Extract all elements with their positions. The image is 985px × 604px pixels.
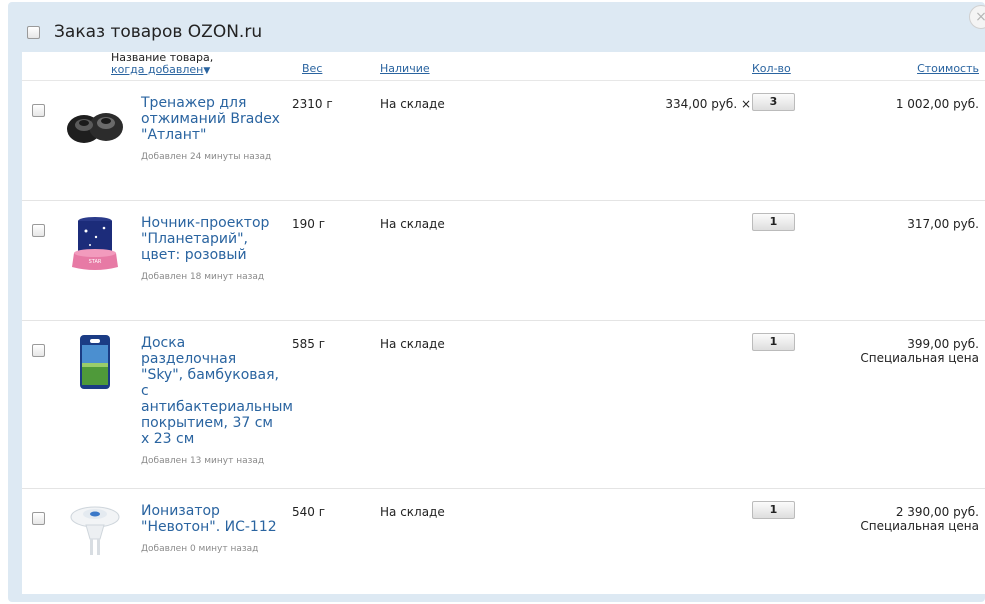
product-cell: Тренажер для отжиманий Bradex "Атлант" Д…: [141, 95, 281, 163]
special-price-note: Специальная цена: [860, 519, 979, 533]
sort-cost-link[interactable]: Стоимость: [917, 62, 979, 75]
quantity-field[interactable]: 1: [752, 213, 795, 231]
item-checkbox[interactable]: [32, 104, 45, 117]
availability-status: На складе: [380, 337, 445, 351]
product-cell: Ночник-проектор "Планетарий", цвет: розо…: [141, 215, 281, 283]
sort-by-date-link[interactable]: когда добавлен: [111, 63, 203, 76]
svg-text:STAR: STAR: [89, 259, 102, 265]
push-up-trainer-image[interactable]: [62, 95, 128, 153]
table-row: STAR Ночник-проектор "Планетарий", цвет:…: [22, 201, 985, 321]
quantity-field[interactable]: 1: [752, 501, 795, 519]
sort-weight-link[interactable]: Вес: [302, 62, 322, 75]
availability-status: На складе: [380, 217, 445, 231]
sort-arrow-icon[interactable]: ▼: [203, 66, 210, 76]
item-checkbox[interactable]: [32, 512, 45, 525]
item-checkbox[interactable]: [32, 344, 45, 357]
weight-value: 540 г: [292, 505, 326, 519]
cost-cell: 2 390,00 руб. Специальная цена: [860, 505, 979, 533]
cost-value: 317,00 руб.: [907, 217, 979, 231]
table-row: Ионизатор "Невотон". ИС-112 Добавлен 0 м…: [22, 489, 985, 594]
cost-value: 2 390,00 руб.: [895, 505, 979, 519]
added-time: Добавлен 24 минуты назад: [141, 152, 272, 162]
added-time: Добавлен 18 минут назад: [141, 272, 265, 282]
quantity-field[interactable]: 1: [752, 333, 795, 351]
availability-status: На складе: [380, 97, 445, 111]
table-row: Доска разделочная "Sky", бамбуковая, с а…: [22, 321, 985, 489]
special-price-note: Специальная цена: [860, 351, 979, 365]
ionizer-image[interactable]: [62, 503, 128, 561]
availability-status: На складе: [380, 505, 445, 519]
product-link[interactable]: Тренажер для отжиманий Bradex "Атлант": [141, 95, 280, 143]
order-panel: × Заказ товаров OZON.ru Название товара,…: [8, 2, 985, 602]
cost-value: 1 002,00 руб.: [895, 97, 979, 111]
page-title: Заказ товаров OZON.ru: [54, 22, 263, 42]
product-cell: Доска разделочная "Sky", бамбуковая, с а…: [141, 335, 293, 467]
panel-header: Заказ товаров OZON.ru: [8, 2, 985, 52]
weight-value: 585 г: [292, 337, 326, 351]
cutting-board-image[interactable]: [62, 335, 128, 393]
cost-value: 399,00 руб.: [907, 337, 979, 351]
select-all-checkbox[interactable]: [27, 26, 40, 39]
table-header: Название товара, когда добавлен▼ Вес Нал…: [22, 52, 985, 81]
product-link[interactable]: Ночник-проектор "Планетарий", цвет: розо…: [141, 215, 269, 263]
cost-cell: 1 002,00 руб.: [896, 97, 979, 111]
unit-price: 334,00 руб. ×: [665, 97, 751, 111]
added-time: Добавлен 0 минут назад: [141, 544, 259, 554]
items-table: Название товара, когда добавлен▼ Вес Нал…: [22, 52, 985, 594]
product-link[interactable]: Ионизатор "Невотон". ИС-112: [141, 503, 277, 535]
sort-quantity-link[interactable]: Кол-во: [752, 62, 791, 75]
item-checkbox[interactable]: [32, 224, 45, 237]
weight-value: 2310 г: [292, 97, 333, 111]
cost-cell: 399,00 руб. Специальная цена: [860, 337, 979, 365]
table-row: Тренажер для отжиманий Bradex "Атлант" Д…: [22, 81, 985, 201]
column-name-header: Название товара, когда добавлен▼: [111, 52, 213, 77]
added-time: Добавлен 13 минут назад: [141, 456, 265, 466]
cost-cell: 317,00 руб.: [907, 217, 979, 231]
weight-value: 190 г: [292, 217, 326, 231]
night-projector-image[interactable]: STAR: [62, 215, 128, 273]
sort-availability-link[interactable]: Наличие: [380, 62, 430, 75]
product-cell: Ионизатор "Невотон". ИС-112 Добавлен 0 м…: [141, 503, 281, 555]
quantity-field[interactable]: 3: [752, 93, 795, 111]
product-link[interactable]: Доска разделочная "Sky", бамбуковая, с а…: [141, 335, 293, 447]
